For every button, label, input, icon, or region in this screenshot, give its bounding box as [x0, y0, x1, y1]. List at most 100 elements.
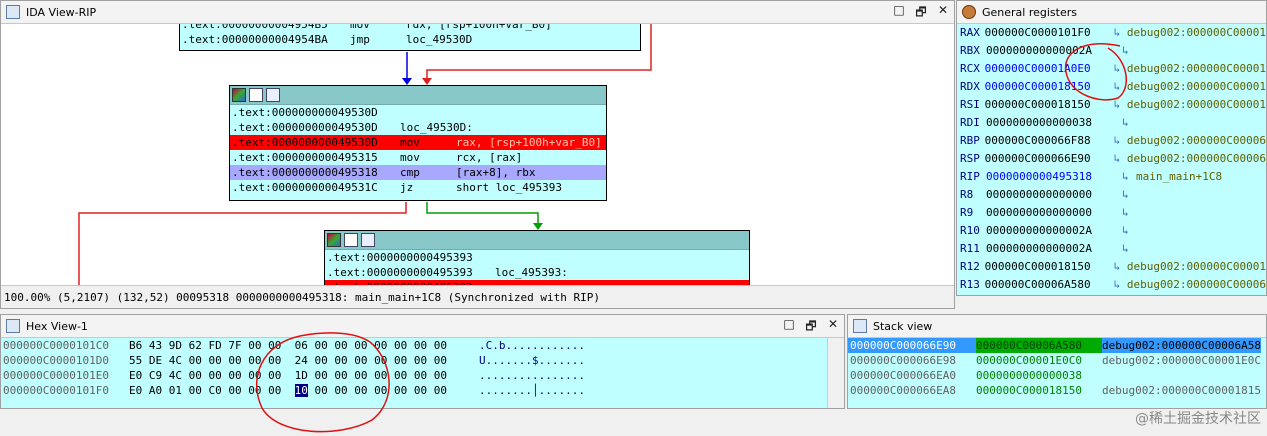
graph-block-loc-495393[interactable]: .text:0000000000495393 .text:000000000049…: [324, 230, 750, 287]
jump-arrow-icon[interactable]: ↳: [1114, 276, 1127, 294]
stack-value[interactable]: 000000C000018150: [976, 383, 1102, 398]
jump-arrow-icon[interactable]: ↳: [1114, 132, 1127, 150]
hex-byte[interactable]: 00: [434, 354, 447, 367]
jump-arrow-icon[interactable]: ↳: [1122, 186, 1136, 204]
hex-byte[interactable]: 00: [434, 369, 447, 382]
hex-byte[interactable]: 00: [394, 384, 407, 397]
hex-byte[interactable]: 00: [228, 384, 241, 397]
stack-value[interactable]: 000000C00006A580: [976, 338, 1102, 353]
hex-byte[interactable]: 10: [294, 384, 308, 397]
hex-byte[interactable]: 00: [315, 384, 328, 397]
hex-byte[interactable]: 4C: [169, 369, 182, 382]
hex-byte[interactable]: 00: [315, 354, 328, 367]
hex-byte[interactable]: E0: [129, 369, 142, 382]
hex-restore-button[interactable]: 🗗: [804, 317, 818, 338]
hex-byte[interactable]: 01: [169, 384, 182, 397]
hex-byte[interactable]: 1D: [295, 369, 308, 382]
hex-byte[interactable]: 00: [414, 354, 427, 367]
restore-button[interactable]: 🗗: [914, 3, 928, 24]
disasm-line[interactable]: .text:000000000049531C jz short loc_495393: [230, 180, 606, 195]
hex-byte[interactable]: E0: [129, 384, 142, 397]
register-value[interactable]: 000000C0000101F0: [985, 24, 1114, 42]
hex-byte[interactable]: 00: [334, 339, 347, 352]
hex-row[interactable]: 000000C0000101F0 E0 A0 01 00 C0 00 00 00 …: [1, 383, 828, 398]
hex-bytes[interactable]: E0 A0 01 00 C0 00 00 00 10 00 00 00 00 0…: [129, 383, 479, 398]
jump-arrow-icon[interactable]: ↳: [1114, 150, 1127, 168]
register-value[interactable]: 000000C00006A580: [985, 276, 1114, 294]
hex-byte[interactable]: 00: [248, 369, 261, 382]
hex-byte[interactable]: 00: [209, 354, 222, 367]
stack-value[interactable]: 0000000000000038: [976, 368, 1102, 383]
register-row[interactable]: RCX 000000C00001A0E0 ↳ debug002:000000C0000…: [957, 60, 1266, 78]
hex-bytes[interactable]: E0 C9 4C 00 00 00 00 00 1D 00 00 00 00 0…: [129, 368, 479, 383]
register-value[interactable]: 000000C000066F88: [985, 132, 1114, 150]
hex-byte[interactable]: 00: [315, 339, 328, 352]
graph-canvas[interactable]: .text:00000000004954B5 mov rdx, [rsp+100h+…: [1, 24, 954, 287]
register-row[interactable]: R10 000000000000002A ↳: [957, 222, 1266, 240]
graph-overview-icon[interactable]: [266, 88, 280, 102]
hex-byte[interactable]: 00: [394, 369, 407, 382]
hex-byte[interactable]: 00: [268, 384, 281, 397]
hex-byte[interactable]: 43: [149, 339, 162, 352]
graph-block-top[interactable]: .text:00000000004954B5 mov rdx, [rsp+100h+…: [179, 24, 641, 51]
register-row[interactable]: RSI 000000C000018150 ↳ debug002:000000C0000…: [957, 96, 1266, 114]
hex-byte[interactable]: 00: [248, 339, 261, 352]
hex-byte[interactable]: 00: [334, 354, 347, 367]
hex-byte[interactable]: B6: [129, 339, 142, 352]
graph-block-loc-49530d[interactable]: .text:000000000049530D .text:000000000049…: [229, 85, 607, 201]
hex-byte[interactable]: 00: [434, 384, 447, 397]
jump-arrow-icon[interactable]: ↳: [1122, 114, 1136, 132]
jump-arrow-icon[interactable]: ↳: [1114, 24, 1127, 42]
hex-byte[interactable]: 00: [228, 369, 241, 382]
hex-byte[interactable]: 00: [268, 369, 281, 382]
hex-byte[interactable]: 00: [414, 369, 427, 382]
hex-row[interactable]: 000000C0000101D0 55 DE 4C 00 00 00 00 00 …: [1, 353, 828, 368]
hex-scrollbar[interactable]: [827, 338, 844, 408]
jump-arrow-icon[interactable]: ↳: [1122, 168, 1136, 186]
hex-byte[interactable]: 7F: [228, 339, 241, 352]
register-value[interactable]: 000000C000066E90: [985, 150, 1114, 168]
edit-block-icon[interactable]: [344, 233, 358, 247]
jump-arrow-icon[interactable]: ↳: [1114, 258, 1127, 276]
hex-byte[interactable]: 00: [374, 369, 387, 382]
disasm-line[interactable]: .text:000000000049530D: [230, 105, 606, 120]
hex-byte[interactable]: 00: [334, 369, 347, 382]
register-value[interactable]: 000000C000018150: [985, 96, 1114, 114]
disasm-line[interactable]: .text:00000000004954B5 mov rdx, [rsp+100h+…: [180, 24, 640, 32]
hex-close-button[interactable]: ✕: [826, 317, 840, 338]
hex-byte[interactable]: DE: [149, 354, 162, 367]
disasm-line[interactable]: .text:0000000000495315 mov rcx, [rax]: [230, 150, 606, 165]
register-row[interactable]: RDI 0000000000000038 ↳: [957, 114, 1266, 132]
hex-byte[interactable]: 00: [268, 354, 281, 367]
hex-byte[interactable]: FD: [209, 339, 222, 352]
register-value[interactable]: 0000000000000038: [986, 114, 1122, 132]
register-value[interactable]: 000000000000002A: [986, 42, 1122, 60]
hex-row[interactable]: 000000C0000101C0 B6 43 9D 62 FD 7F 00 00 …: [1, 338, 828, 353]
graph-overview-icon[interactable]: [361, 233, 375, 247]
disasm-line[interactable]: .text:000000000049530D mov rax, [rsp+100h+…: [230, 135, 606, 150]
jump-arrow-icon[interactable]: ↳: [1122, 240, 1136, 258]
hex-row[interactable]: 000000C0000101E0 E0 C9 4C 00 00 00 00 00 …: [1, 368, 828, 383]
stack-row[interactable]: 000000C000066EA8 000000C000018150 debug002…: [848, 383, 1266, 398]
disasm-line[interactable]: .text:0000000000495393: [325, 250, 749, 265]
hex-byte[interactable]: C0: [209, 384, 222, 397]
register-row[interactable]: RBX 000000000000002A ↳: [957, 42, 1266, 60]
hex-byte[interactable]: 00: [248, 354, 261, 367]
register-value[interactable]: 000000C00001A0E0: [985, 60, 1114, 78]
register-row[interactable]: RAX 000000C0000101F0 ↳ debug002:000000C0000…: [957, 24, 1266, 42]
stack-row[interactable]: 000000C000066EA0 0000000000000038: [848, 368, 1266, 383]
hex-bytes[interactable]: B6 43 9D 62 FD 7F 00 00 06 00 00 00 00 0…: [129, 338, 479, 353]
hex-byte[interactable]: A0: [149, 384, 162, 397]
jump-arrow-icon[interactable]: ↳: [1122, 42, 1136, 60]
hex-bytes[interactable]: 55 DE 4C 00 00 00 00 00 24 00 00 00 00 0…: [129, 353, 479, 368]
stack-value[interactable]: 000000C00001E0C0: [976, 353, 1102, 368]
register-row[interactable]: RIP 0000000000495318 ↳ main_main+1C8: [957, 168, 1266, 186]
hex-byte[interactable]: 9D: [169, 339, 182, 352]
disasm-line[interactable]: .text:0000000000495393 loc_495393:: [325, 265, 749, 280]
hex-byte[interactable]: 55: [129, 354, 142, 367]
hex-byte[interactable]: 00: [209, 369, 222, 382]
register-value[interactable]: 0000000000000000: [986, 204, 1122, 222]
color-palette-icon[interactable]: [327, 233, 341, 247]
hex-byte[interactable]: 24: [295, 354, 308, 367]
jump-arrow-icon[interactable]: ↳: [1114, 96, 1127, 114]
